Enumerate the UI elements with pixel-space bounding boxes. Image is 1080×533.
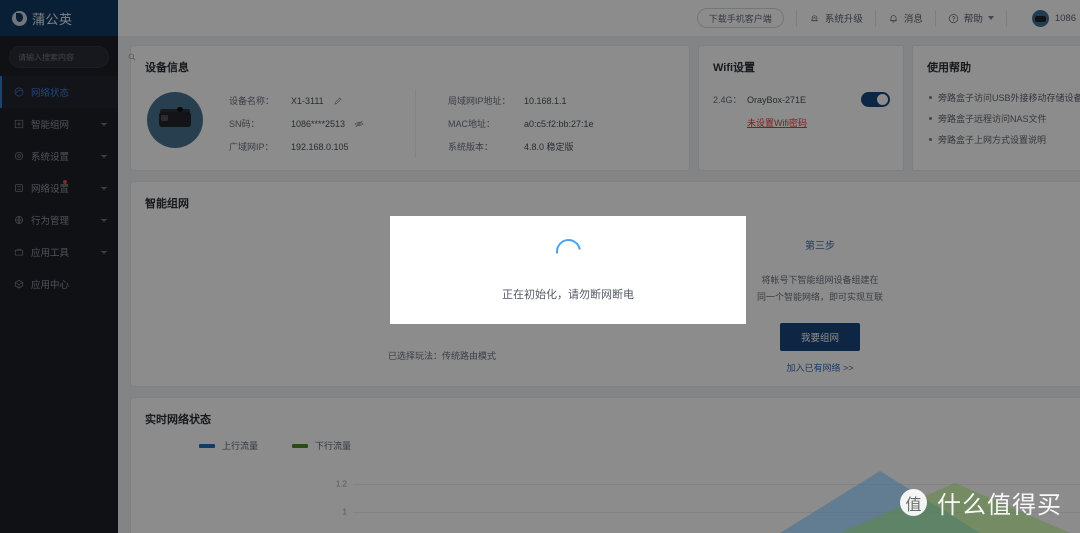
loading-spinner bbox=[550, 233, 586, 269]
app-root: 蒲公英 网络状态 智能组网 bbox=[0, 0, 1080, 533]
modal-message: 正在初始化，请勿断网断电 bbox=[502, 288, 634, 301]
initializing-modal: 正在初始化，请勿断网断电 bbox=[390, 216, 746, 324]
watermark-text: 什么值得买 bbox=[937, 492, 1062, 519]
watermark-logo-icon: 值 bbox=[900, 489, 927, 516]
watermark: 值 什么值得买 bbox=[900, 485, 1062, 520]
